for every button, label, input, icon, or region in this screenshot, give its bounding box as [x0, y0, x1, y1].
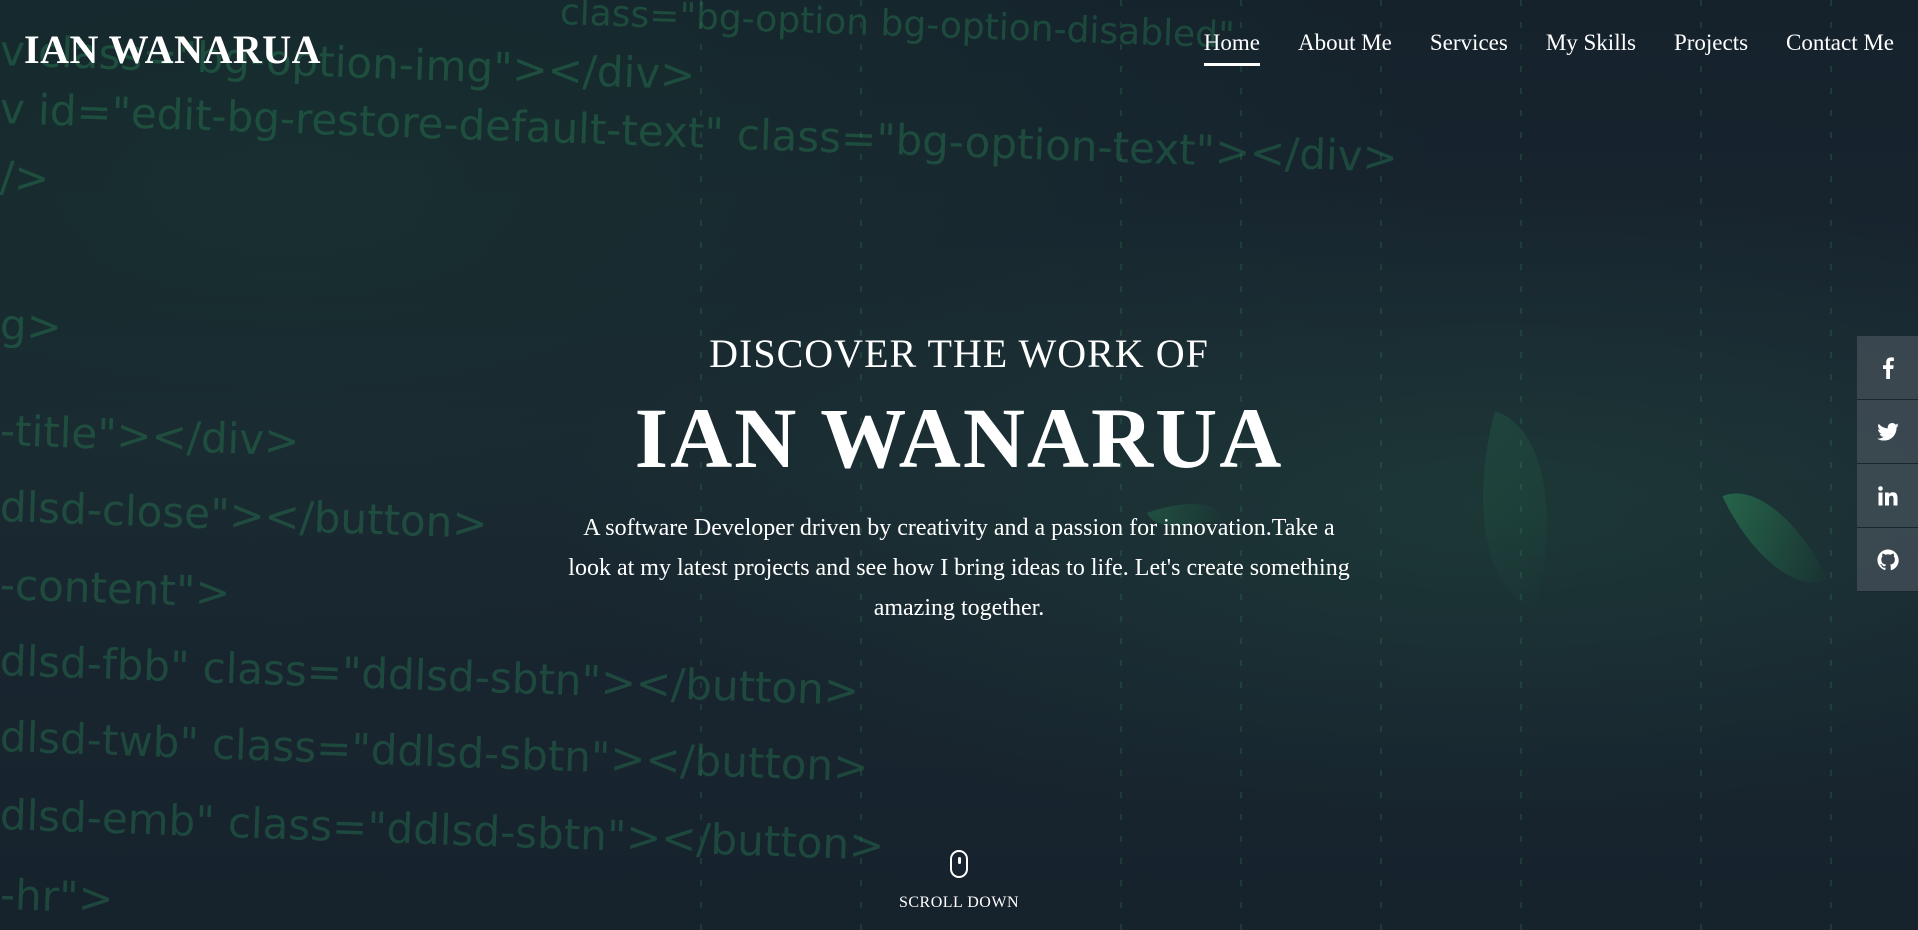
site-logo[interactable]: IAN WANARUA [24, 26, 321, 73]
twitter-icon [1876, 422, 1899, 441]
github-button[interactable] [1857, 528, 1918, 592]
hero-headline: IAN WANARUA [634, 390, 1284, 486]
social-sidebar [1857, 336, 1918, 592]
code-line: /> [0, 152, 51, 203]
hero-content: DISCOVER THE WORK OF IAN WANARUA A softw… [0, 330, 1918, 628]
main-nav: Home About Me Services My Skills Project… [1203, 30, 1894, 66]
nav-about-me[interactable]: About Me [1298, 30, 1392, 66]
linkedin-button[interactable] [1857, 464, 1918, 528]
scroll-down-label[interactable]: SCROLL DOWN [0, 894, 1918, 912]
facebook-button[interactable] [1857, 336, 1918, 400]
twitter-button[interactable] [1857, 400, 1918, 464]
nav-services[interactable]: Services [1430, 30, 1508, 66]
site-header: IAN WANARUA Home About Me Services My Sk… [0, 0, 1918, 90]
nav-home[interactable]: Home [1203, 30, 1261, 66]
nav-projects[interactable]: Projects [1674, 30, 1748, 66]
mouse-icon[interactable] [950, 850, 968, 878]
hero-section: class="bg-option bg-option-disabled" v c… [0, 0, 1918, 930]
scroll-down[interactable]: SCROLL DOWN [0, 850, 1918, 912]
hero-eyebrow: DISCOVER THE WORK OF [709, 331, 1209, 376]
github-icon [1876, 548, 1899, 571]
nav-my-skills[interactable]: My Skills [1546, 30, 1636, 66]
hero-tagline: A software Developer driven by creativit… [568, 514, 1350, 621]
code-line: v id="edit-bg-restore-default-text" clas… [0, 84, 1399, 182]
facebook-icon [1881, 356, 1895, 379]
code-line: dlsd-twb" class="ddlsd-sbtn"></button> [0, 712, 870, 792]
linkedin-icon [1877, 485, 1898, 506]
nav-contact-me[interactable]: Contact Me [1786, 30, 1894, 66]
code-line: dlsd-fbb" class="ddlsd-sbtn"></button> [0, 636, 860, 715]
